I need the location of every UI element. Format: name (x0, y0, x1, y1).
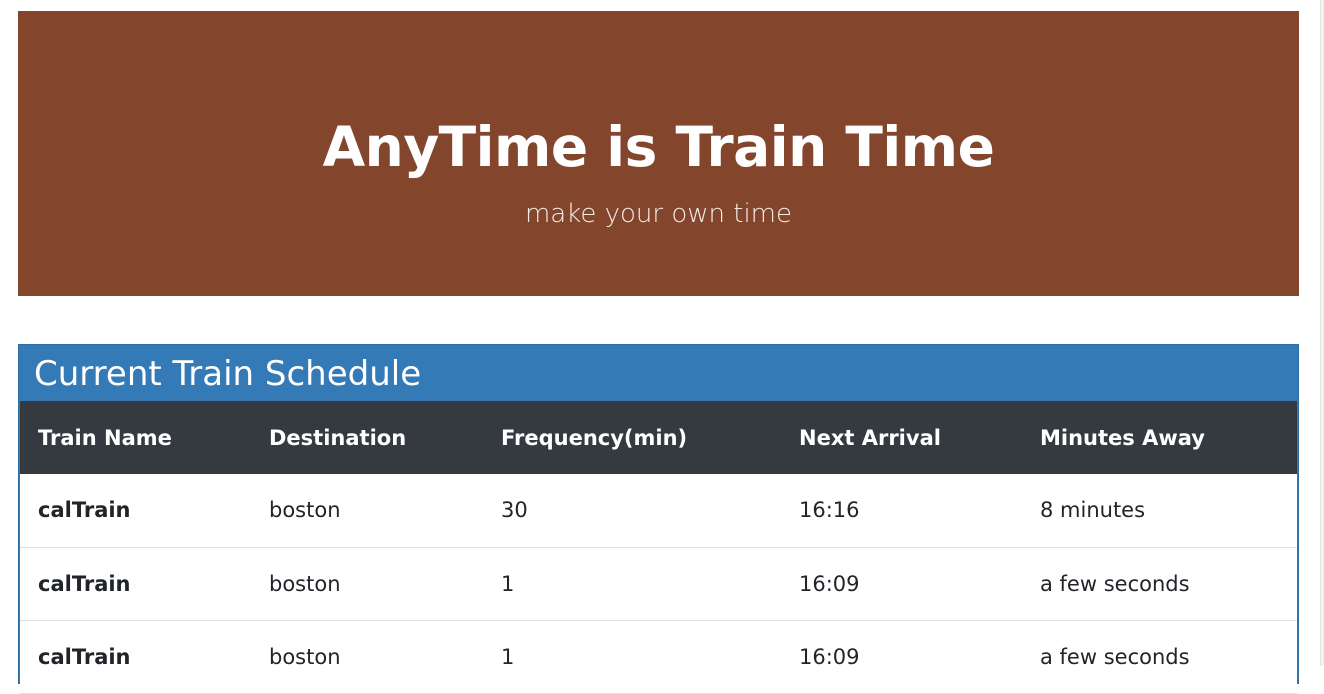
next-arrival-cell: 16:09 (799, 571, 860, 596)
page-title: AnyTime is Train Time (322, 115, 995, 179)
page-scrollbar[interactable] (1320, 0, 1324, 666)
schedule-table-wrapper: Train Name Destination Frequency(min) Ne… (20, 401, 1297, 694)
jumbotron-header: AnyTime is Train Time make your own time (18, 11, 1299, 296)
train-name-cell: calTrain (38, 571, 131, 596)
frequency-cell: 30 (501, 498, 528, 523)
page-subtitle: make your own time (524, 199, 793, 229)
table-row: calTrain boston 1 16:09 a few seconds (20, 620, 1297, 693)
next-arrival-cell: 16:09 (799, 644, 860, 669)
destination-cell: boston (269, 498, 341, 523)
train-name-cell: calTrain (38, 644, 131, 669)
column-header-frequency: Frequency(min) (501, 425, 688, 450)
train-name-cell: calTrain (38, 498, 131, 523)
column-header-minutes-away: Minutes Away (1040, 425, 1205, 450)
schedule-title: Current Train Schedule (34, 354, 422, 394)
next-arrival-cell: 16:16 (799, 498, 860, 523)
column-header-next-arrival: Next Arrival (799, 425, 941, 450)
destination-cell: boston (269, 571, 341, 596)
minutes-away-cell: 8 minutes (1040, 498, 1146, 523)
frequency-cell: 1 (501, 644, 515, 669)
column-header-destination: Destination (269, 425, 407, 450)
table-row: calTrain boston 30 16:16 8 minutes (20, 474, 1297, 547)
schedule-panel: Current Train Schedule Train Name Destin… (18, 344, 1299, 694)
minutes-away-cell: a few seconds (1040, 644, 1190, 669)
frequency-cell: 1 (501, 571, 515, 596)
minutes-away-cell: a few seconds (1040, 571, 1190, 596)
schedule-table: Train Name Destination Frequency(min) Ne… (20, 401, 1297, 694)
column-header-train-name: Train Name (38, 425, 172, 450)
table-row: calTrain boston 1 16:09 a few seconds (20, 547, 1297, 620)
destination-cell: boston (269, 644, 341, 669)
table-header-row: Train Name Destination Frequency(min) Ne… (20, 401, 1297, 474)
